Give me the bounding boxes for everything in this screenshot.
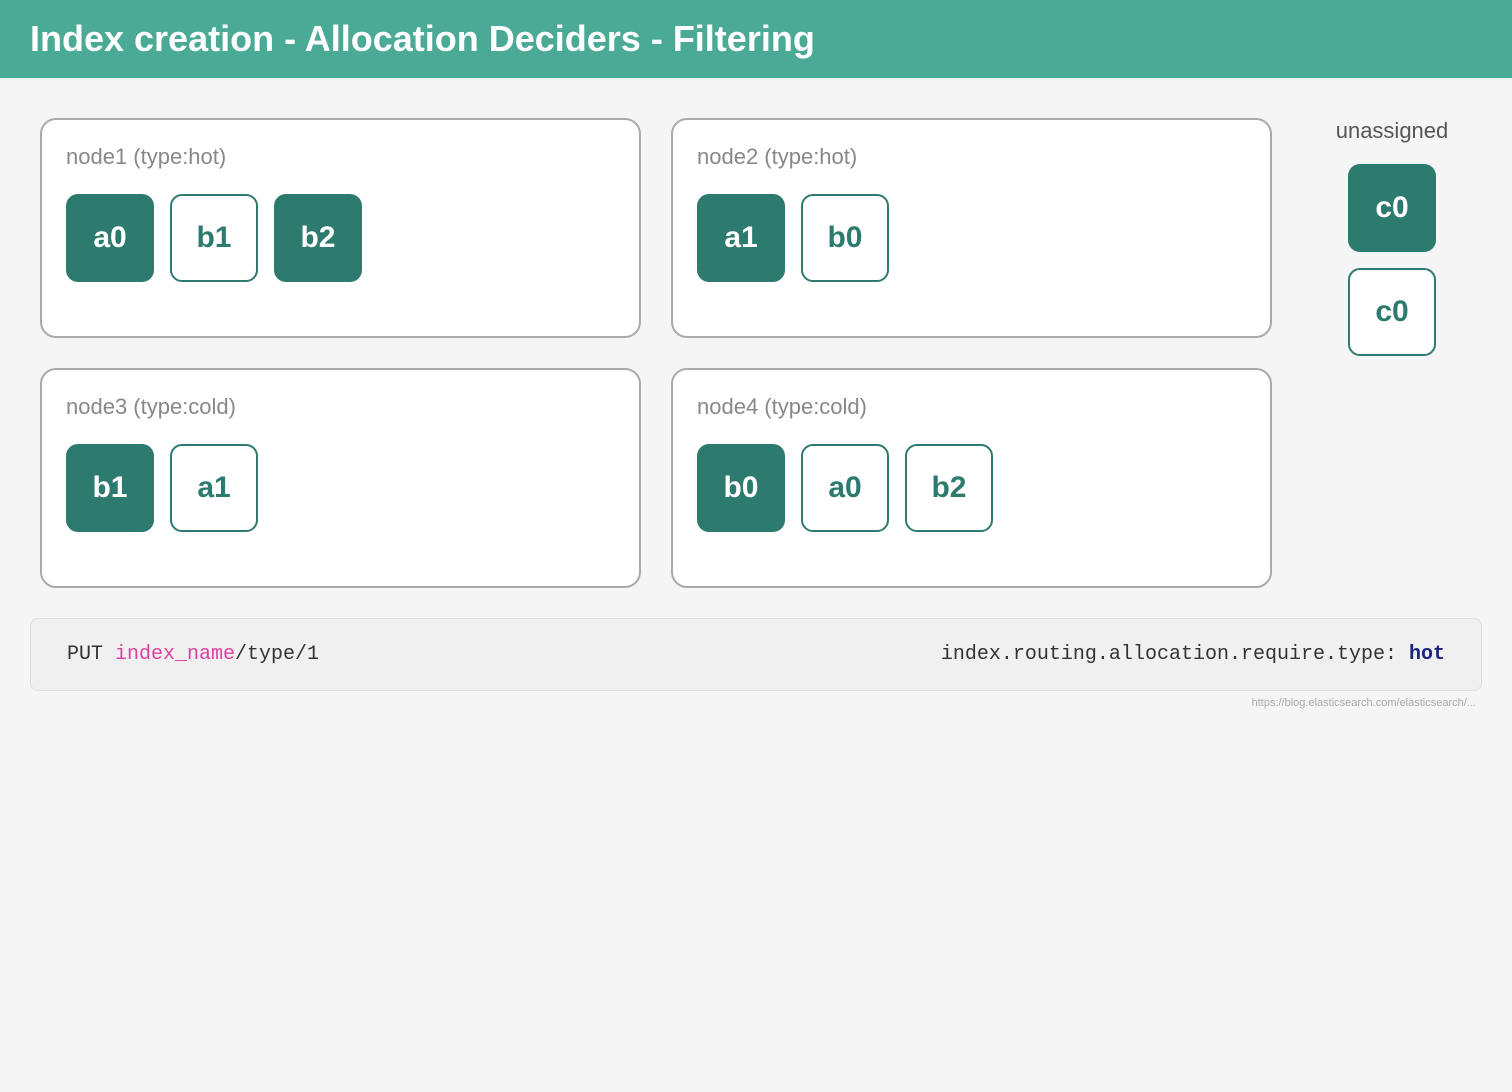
code-bar: PUT index_name/type/1 index.routing.allo… bbox=[30, 618, 1482, 691]
shard-c0-replica: c0 bbox=[1348, 268, 1436, 356]
node4-shards: b0 a0 b2 bbox=[697, 444, 1246, 532]
code-path: /type/1 bbox=[235, 643, 319, 666]
code-routing-value: hot bbox=[1409, 643, 1445, 666]
shard-a1-replica: a1 bbox=[170, 444, 258, 532]
node4-box: node4 (type:cold) b0 a0 b2 bbox=[671, 368, 1272, 588]
code-routing-setting: index.routing.allocation.require.type: bbox=[941, 643, 1409, 666]
nodes-grid: node1 (type:hot) a0 b1 b2 node2 (type:ho… bbox=[40, 118, 1272, 588]
node2-title: node2 (type:hot) bbox=[697, 144, 1246, 170]
node3-shards: b1 a1 bbox=[66, 444, 615, 532]
node2-box: node2 (type:hot) a1 b0 bbox=[671, 118, 1272, 338]
shard-b2-replica: b2 bbox=[905, 444, 993, 532]
unassigned-label: unassigned bbox=[1336, 118, 1449, 144]
shard-b0-primary: b0 bbox=[697, 444, 785, 532]
code-index-name: index_name bbox=[115, 643, 235, 666]
main-content: node1 (type:hot) a0 b1 b2 node2 (type:ho… bbox=[0, 78, 1512, 588]
shard-a0-replica: a0 bbox=[801, 444, 889, 532]
footer-url-text: https://blog.elasticsearch.com/elasticse… bbox=[1252, 697, 1476, 709]
node1-title: node1 (type:hot) bbox=[66, 144, 615, 170]
shard-b1-replica: b1 bbox=[170, 194, 258, 282]
shard-a0-primary: a0 bbox=[66, 194, 154, 282]
code-left: PUT index_name/type/1 bbox=[67, 643, 319, 666]
shard-b1-primary: b1 bbox=[66, 444, 154, 532]
shard-b2-primary: b2 bbox=[274, 194, 362, 282]
footer-url: https://blog.elasticsearch.com/elasticse… bbox=[0, 691, 1512, 717]
node2-shards: a1 b0 bbox=[697, 194, 1246, 282]
node3-title: node3 (type:cold) bbox=[66, 394, 615, 420]
shard-a1-primary: a1 bbox=[697, 194, 785, 282]
node4-title: node4 (type:cold) bbox=[697, 394, 1246, 420]
shard-c0-primary: c0 bbox=[1348, 164, 1436, 252]
unassigned-section: unassigned c0 c0 bbox=[1292, 118, 1472, 356]
node1-box: node1 (type:hot) a0 b1 b2 bbox=[40, 118, 641, 338]
page-header: Index creation - Allocation Deciders - F… bbox=[0, 0, 1512, 78]
page-title: Index creation - Allocation Deciders - F… bbox=[30, 18, 1482, 60]
node3-box: node3 (type:cold) b1 a1 bbox=[40, 368, 641, 588]
shard-b0-replica: b0 bbox=[801, 194, 889, 282]
code-put: PUT bbox=[67, 643, 115, 666]
node1-shards: a0 b1 b2 bbox=[66, 194, 615, 282]
code-right: index.routing.allocation.require.type: h… bbox=[941, 643, 1445, 666]
